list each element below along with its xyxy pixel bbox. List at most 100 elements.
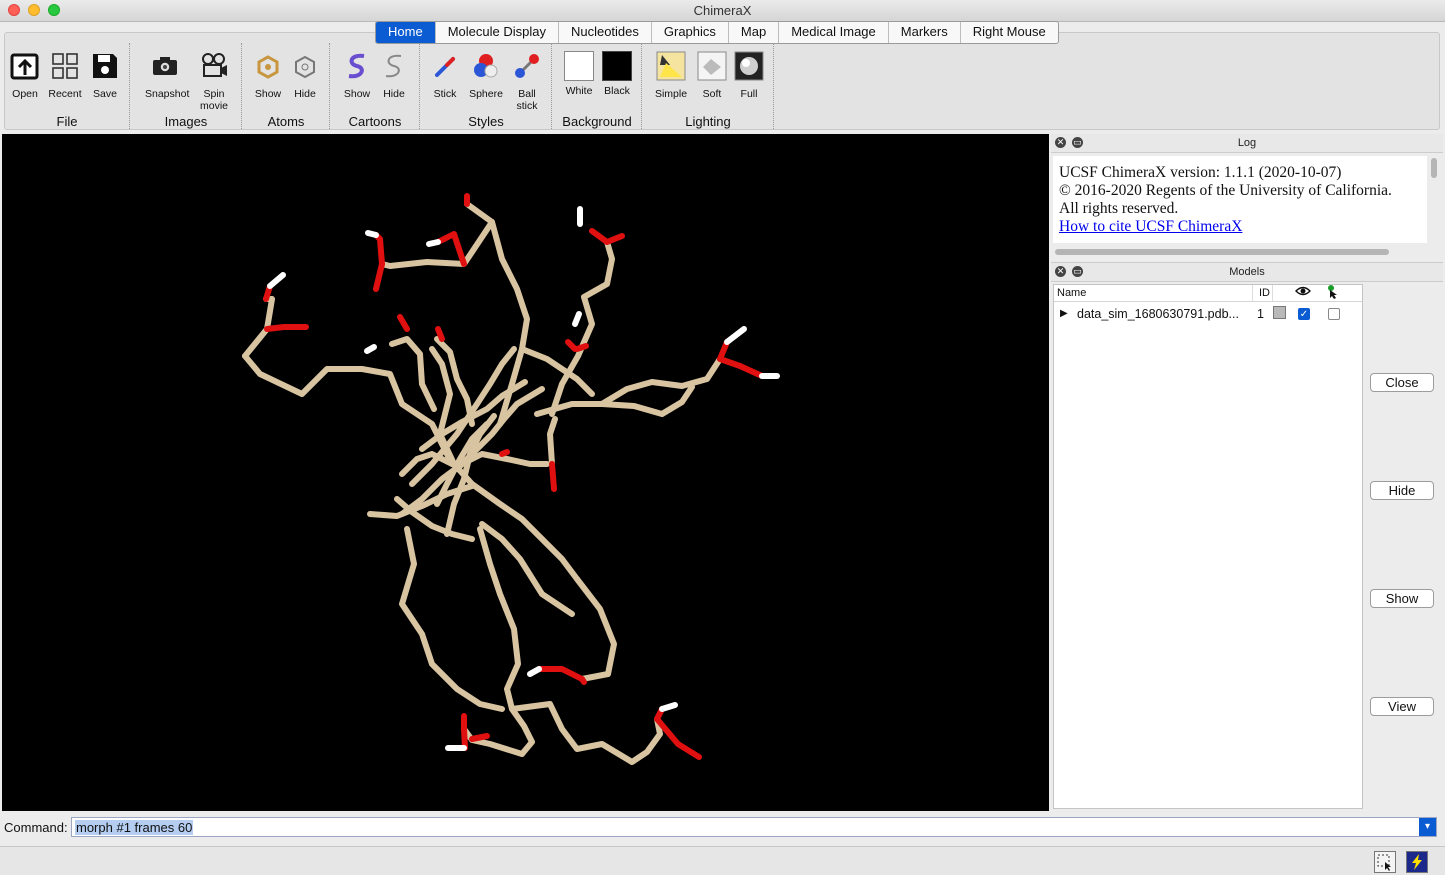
tab-nucleotides[interactable]: Nucleotides bbox=[559, 22, 652, 43]
tab-medical-image[interactable]: Medical Image bbox=[779, 22, 889, 43]
full-lighting-icon bbox=[734, 51, 764, 81]
hide-model-button[interactable]: Hide bbox=[1370, 481, 1434, 500]
ball-stick-button[interactable]: Ball stick bbox=[507, 51, 547, 112]
tab-right-mouse[interactable]: Right Mouse bbox=[961, 22, 1058, 43]
open-button[interactable]: Open bbox=[5, 51, 45, 100]
cartoons-show-button[interactable]: Show bbox=[337, 51, 377, 100]
models-title: Models bbox=[1229, 266, 1265, 278]
tab-map[interactable]: Map bbox=[729, 22, 780, 43]
sphere-label: Sphere bbox=[469, 88, 503, 100]
spin-movie-button[interactable]: Spin movie bbox=[194, 51, 234, 112]
recent-label: Recent bbox=[48, 88, 82, 100]
group-background: White Black Background bbox=[553, 43, 642, 129]
stick-label: Stick bbox=[433, 88, 457, 100]
group-label-file: File bbox=[56, 114, 78, 129]
stick-button[interactable]: Stick bbox=[425, 51, 465, 100]
group-label-images: Images bbox=[164, 114, 208, 129]
close-model-button[interactable]: Close bbox=[1370, 373, 1434, 392]
3d-graphics-viewer[interactable] bbox=[2, 134, 1049, 811]
movie-camera-icon bbox=[202, 53, 227, 77]
log-version-line: UCSF ChimeraX version: 1.1.1 (2020-10-07… bbox=[1059, 164, 1342, 181]
log-close-icon[interactable]: ✕ bbox=[1055, 137, 1066, 148]
model-id: 1 bbox=[1257, 307, 1264, 321]
snapshot-label: Snapshot bbox=[145, 88, 190, 100]
atom-ring-show-icon bbox=[257, 55, 279, 79]
group-styles: Stick Sphere Ball stick Styles bbox=[421, 43, 552, 129]
stick-icon bbox=[435, 57, 455, 77]
atoms-hide-button[interactable]: Hide bbox=[285, 51, 325, 100]
save-label: Save bbox=[93, 88, 117, 100]
atom-ring-hide-icon bbox=[295, 55, 315, 79]
lighting-soft-button[interactable]: Soft bbox=[692, 51, 732, 100]
log-undock-icon[interactable]: ▭ bbox=[1072, 137, 1083, 148]
ball-stick-label: Ball stick bbox=[516, 88, 538, 112]
toolbar-ribbon: Open Recent Save File Snapshot Spin movi… bbox=[4, 32, 1440, 130]
command-text: morph #1 frames 60 bbox=[75, 820, 194, 835]
column-name-header[interactable]: Name bbox=[1057, 285, 1086, 301]
window-title: ChimeraX bbox=[693, 3, 752, 18]
atoms-hide-label: Hide bbox=[294, 88, 316, 100]
model-color-swatch[interactable] bbox=[1273, 306, 1286, 319]
model-shown-checkbox[interactable]: ✓ bbox=[1298, 308, 1310, 320]
expand-triangle-icon[interactable]: ▶ bbox=[1060, 305, 1068, 323]
tab-graphics[interactable]: Graphics bbox=[652, 22, 729, 43]
log-copyright-line: © 2016-2020 Regents of the University of… bbox=[1059, 182, 1392, 199]
tab-molecule-display[interactable]: Molecule Display bbox=[436, 22, 559, 43]
soft-lighting-icon bbox=[697, 51, 727, 81]
save-button[interactable]: Save bbox=[85, 51, 125, 100]
model-name: data_sim_1680630791.pdb... bbox=[1077, 307, 1239, 321]
ball-stick-icon bbox=[515, 54, 539, 78]
sphere-button[interactable]: Sphere bbox=[466, 51, 506, 100]
models-close-icon[interactable]: ✕ bbox=[1055, 266, 1066, 277]
show-model-button[interactable]: Show bbox=[1370, 589, 1434, 608]
sphere-icon bbox=[474, 54, 498, 78]
column-id-header[interactable]: ID bbox=[1252, 285, 1270, 301]
models-undock-icon[interactable]: ▭ bbox=[1072, 266, 1083, 277]
model-select-checkbox[interactable] bbox=[1328, 308, 1340, 320]
ribbon-show-icon bbox=[348, 53, 365, 79]
models-table-header: Name ID bbox=[1054, 285, 1362, 302]
recent-grid-icon bbox=[52, 53, 78, 79]
lighting-full-button[interactable]: Full bbox=[729, 51, 769, 100]
model-row[interactable]: ▶ data_sim_1680630791.pdb... 1 ✓ bbox=[1054, 305, 1362, 323]
status-bar bbox=[0, 846, 1445, 875]
side-panel: ✕ ▭ Log UCSF ChimeraX version: 1.1.1 (20… bbox=[1051, 134, 1443, 811]
command-input[interactable]: morph #1 frames 60 ▾ bbox=[71, 817, 1437, 837]
column-divider bbox=[1272, 285, 1273, 301]
tab-home[interactable]: Home bbox=[376, 22, 436, 43]
log-vertical-scrollbar[interactable] bbox=[1431, 158, 1437, 178]
models-panel-header: ✕ ▭ Models bbox=[1051, 262, 1443, 282]
black-swatch-icon bbox=[602, 51, 632, 81]
camera-icon bbox=[153, 57, 177, 75]
eye-icon[interactable] bbox=[1295, 285, 1311, 302]
command-history-dropdown-icon[interactable]: ▾ bbox=[1419, 818, 1436, 836]
group-cartoons: Show Hide Cartoons bbox=[331, 43, 420, 129]
select-pointer-icon[interactable] bbox=[1326, 285, 1340, 304]
background-black-button[interactable]: Black bbox=[597, 51, 637, 97]
group-label-lighting: Lighting bbox=[685, 114, 731, 129]
cartoons-hide-button[interactable]: Hide bbox=[374, 51, 414, 100]
view-model-button[interactable]: View bbox=[1370, 697, 1434, 716]
open-label: Open bbox=[12, 88, 38, 100]
tab-bar: Home Molecule Display Nucleotides Graphi… bbox=[375, 21, 1059, 44]
snapshot-button[interactable]: Snapshot bbox=[145, 51, 190, 100]
group-file: Open Recent Save File bbox=[5, 43, 130, 129]
log-horizontal-scrollbar[interactable] bbox=[1055, 249, 1389, 255]
atoms-show-button[interactable]: Show bbox=[248, 51, 288, 100]
save-disk-icon bbox=[93, 54, 117, 78]
cite-link[interactable]: How to cite UCSF ChimeraX bbox=[1059, 218, 1242, 235]
group-label-atoms: Atoms bbox=[267, 114, 305, 129]
lightning-mode-icon[interactable] bbox=[1406, 851, 1428, 873]
full-label: Full bbox=[740, 88, 758, 100]
select-region-icon[interactable] bbox=[1374, 851, 1396, 873]
group-lighting: Simple Soft Full Lighting bbox=[643, 43, 774, 129]
background-white-button[interactable]: White bbox=[559, 51, 599, 97]
command-label: Command: bbox=[4, 820, 68, 835]
command-bar: Command: morph #1 frames 60 ▾ bbox=[0, 815, 1445, 841]
tab-markers[interactable]: Markers bbox=[889, 22, 961, 43]
simple-label: Simple bbox=[654, 88, 688, 100]
lighting-simple-button[interactable]: Simple bbox=[651, 51, 691, 100]
group-atoms: Show Hide Atoms bbox=[243, 43, 330, 129]
spin-movie-label: Spin movie bbox=[199, 88, 228, 112]
recent-button[interactable]: Recent bbox=[45, 51, 85, 100]
